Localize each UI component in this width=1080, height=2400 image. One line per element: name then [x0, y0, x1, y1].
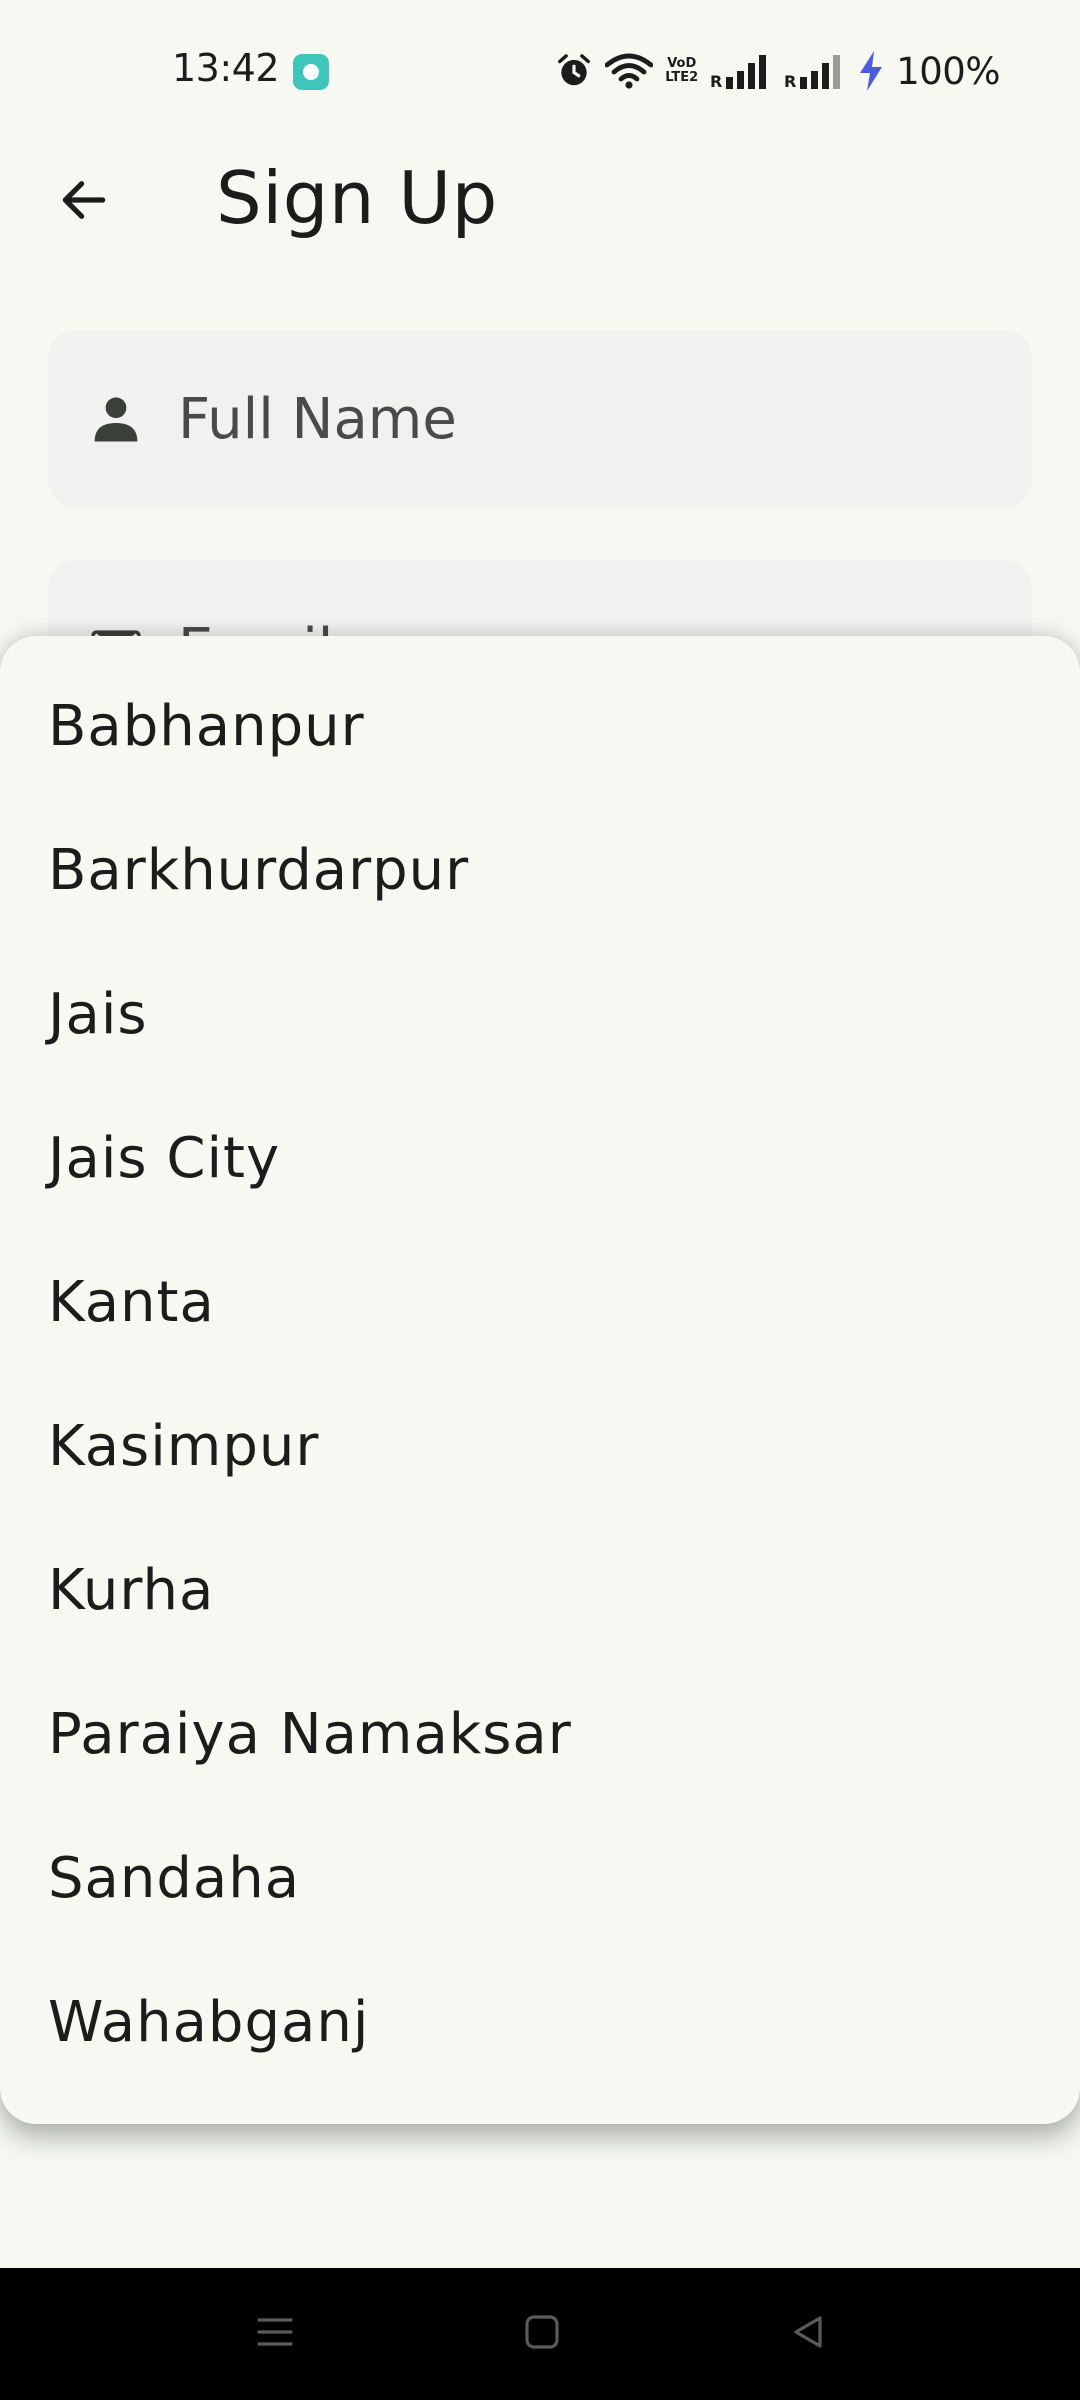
- system-navigation-bar: [0, 2268, 1080, 2400]
- dropdown-item[interactable]: Barkhurdarpur: [0, 798, 1080, 942]
- dropdown-item[interactable]: Jais City: [0, 1086, 1080, 1230]
- alarm-icon: [555, 52, 593, 90]
- notification-app-icon: [293, 54, 329, 90]
- signal-sim2-icon: R: [784, 53, 846, 89]
- recents-menu-icon: [255, 2312, 295, 2356]
- network-label-bottom: LTE2: [665, 70, 699, 85]
- status-icons: VoD LTE2 R R 100%: [555, 46, 1000, 96]
- app-bar: Sign Up: [0, 140, 1080, 260]
- location-dropdown-menu: Babhanpur Barkhurdarpur Jais Jais City K…: [0, 636, 1080, 2124]
- home-square-icon: [522, 2312, 562, 2356]
- svg-text:R: R: [784, 72, 796, 89]
- dropdown-item[interactable]: Kasimpur: [0, 1374, 1080, 1518]
- status-bar: 13:42 VoD LTE2 R R 100%: [0, 0, 1080, 140]
- network-type-label: VoD LTE2: [665, 57, 698, 85]
- recents-button[interactable]: [245, 2304, 305, 2364]
- dropdown-item[interactable]: Kurha: [0, 1518, 1080, 1662]
- svg-text:R: R: [710, 72, 722, 89]
- home-button[interactable]: [512, 2304, 572, 2364]
- signal-sim1-icon: R: [710, 53, 772, 89]
- dropdown-item[interactable]: Babhanpur: [0, 654, 1080, 798]
- back-button[interactable]: [44, 162, 124, 242]
- dropdown-item[interactable]: Wahabganj: [0, 1950, 1080, 2094]
- page-title: Sign Up: [216, 156, 498, 240]
- wifi-icon: [605, 51, 654, 91]
- network-label-top: VoD: [667, 56, 697, 71]
- dropdown-item[interactable]: Jais: [0, 942, 1080, 1086]
- dropdown-item[interactable]: Kanta: [0, 1230, 1080, 1374]
- sign-up-screen: 13:42 VoD LTE2 R R 100% Sign Up Full Nam…: [0, 0, 1080, 2400]
- battery-percentage: 100%: [896, 49, 1000, 93]
- full-name-input[interactable]: [176, 385, 980, 453]
- arrow-left-icon: [56, 172, 112, 232]
- charging-icon: [858, 51, 884, 91]
- back-nav-button[interactable]: [778, 2304, 838, 2364]
- back-triangle-icon: [788, 2312, 828, 2356]
- dropdown-item[interactable]: Paraiya Namaksar: [0, 1662, 1080, 1806]
- person-icon: [88, 391, 144, 447]
- full-name-field[interactable]: [48, 330, 1032, 508]
- status-time: 13:42: [172, 46, 280, 90]
- dropdown-item[interactable]: Sandaha: [0, 1806, 1080, 1950]
